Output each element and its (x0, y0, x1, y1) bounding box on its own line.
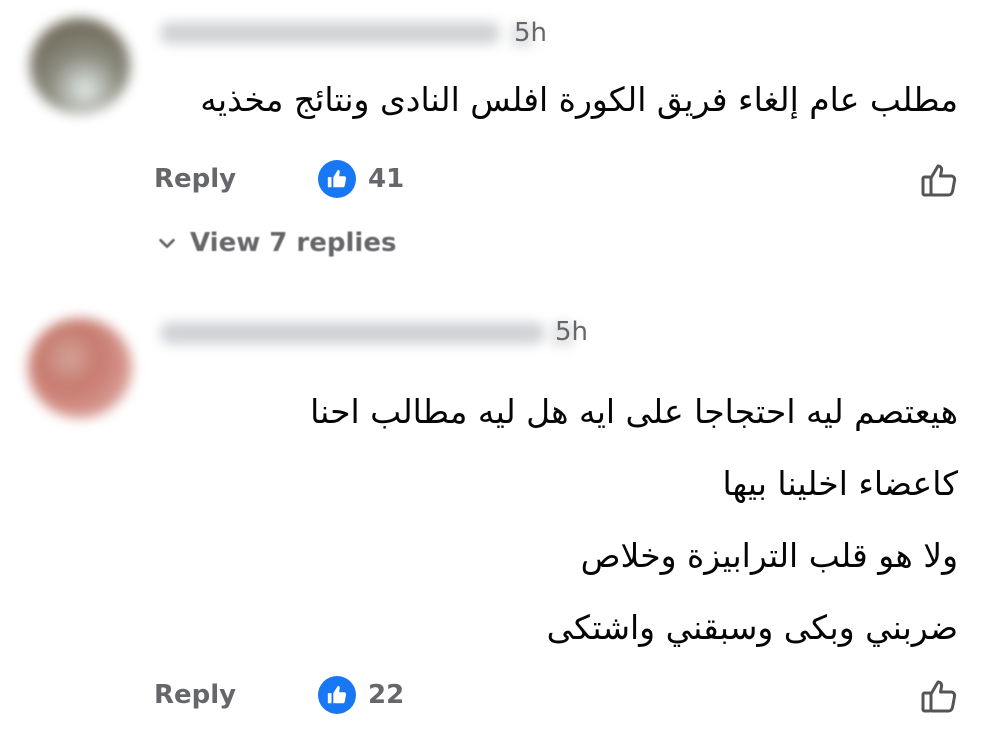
comment-line: كاعضاء اخلينا بيها (722, 464, 959, 503)
comment-line: ولا هو قلب الترابيزة وخلاص (580, 536, 958, 575)
view-replies-link[interactable]: View 7 replies (156, 228, 396, 258)
comment-actions: Reply 41 (0, 160, 1000, 204)
comment-timestamp: 5h (514, 18, 548, 48)
reply-button[interactable]: Reply (154, 164, 236, 194)
like-reaction-icon[interactable] (318, 160, 356, 198)
reaction-count[interactable]: 41 (368, 164, 404, 194)
comment-body: هيعتصم ليه احتجاجا على ايه هل ليه مطالب … (238, 376, 958, 664)
comment-timestamp: 5h (555, 317, 589, 347)
chevron-down-icon (159, 238, 175, 249)
avatar[interactable] (30, 18, 130, 114)
comment-body: مطلب عام إلغاء فريق الكورة افلس النادى و… (200, 72, 958, 128)
comment-actions: Reply 22 (0, 676, 1000, 720)
comment-line: مطلب عام إلغاء فريق الكورة افلس النادى و… (200, 80, 958, 119)
blurred-author-name[interactable] (160, 22, 500, 44)
blurred-author-name[interactable] (160, 322, 545, 344)
thumbs-up-outline-icon[interactable] (918, 158, 962, 202)
thumbs-up-outline-icon[interactable] (918, 674, 962, 718)
like-reaction-icon[interactable] (318, 676, 356, 714)
reaction-count[interactable]: 22 (368, 680, 404, 710)
comment-line: ضربني وبكى وسبقني واشتكى (546, 608, 958, 647)
avatar[interactable] (28, 318, 132, 418)
reply-button[interactable]: Reply (154, 680, 236, 710)
comment-line: هيعتصم ليه احتجاجا على ايه هل ليه مطالب … (310, 392, 958, 431)
view-replies-label[interactable]: View 7 replies (190, 228, 396, 258)
